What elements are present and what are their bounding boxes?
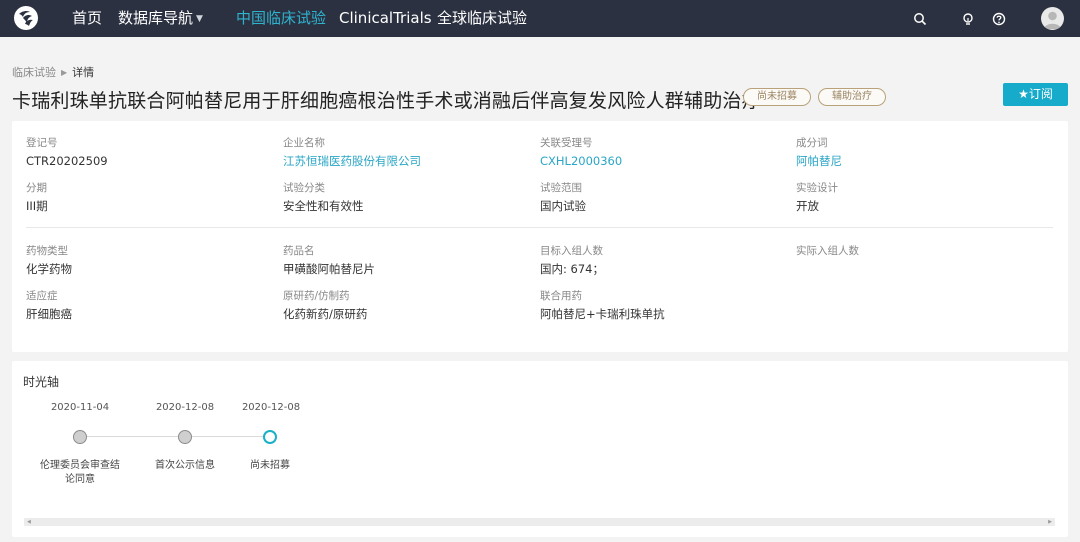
timeline-card: 时光轴 2020-11-04 2020-12-08 2020-12-08 伦理委… [12,361,1068,537]
lightbulb-icon[interactable] [961,11,975,25]
status-badge: 尚未招募 [743,88,811,106]
field-drug-name: 药品名 甲磺酸阿帕替尼片 [283,245,375,277]
nav-clinicaltrials[interactable]: ClinicalTrials [339,9,432,27]
field-label: 原研药/仿制药 [283,290,350,302]
ingredient-link[interactable]: 阿帕替尼 [796,154,842,169]
scroll-left-icon[interactable]: ◀ [27,518,31,526]
field-company: 企业名称 江苏恒瑞医药股份有限公司 [283,137,421,169]
trial-info-card: 登记号 CTR20202509 企业名称 江苏恒瑞医药股份有限公司 关联受理号 … [12,121,1068,352]
field-label: 登记号 [26,137,58,149]
field-label: 适应症 [26,290,58,302]
field-label: 成分词 [796,137,828,149]
timeline-event-label: 首次公示信息 [155,460,215,471]
field-label: 实际入组人数 [796,245,859,257]
timeline-title: 时光轴 [23,375,60,389]
timeline-event-label: 尚未招募 [250,460,290,471]
user-avatar[interactable] [1041,7,1064,30]
field-actual-enrollment: 实际入组人数 [796,245,859,262]
field-label: 实验设计 [796,182,838,194]
field-design: 实验设计 开放 [796,182,838,214]
field-phase: 分期 III期 [26,182,48,214]
timeline-date: 2020-12-08 [241,402,301,413]
top-navigation-bar: 首页 数据库导航 ▼ 中国临床试验 ClinicalTrials 全球临床试验 [0,0,1080,37]
nav-database-navigation-label: 数据库导航 [118,9,194,27]
field-registration-number: 登记号 CTR20202509 [26,137,108,169]
page-title: 卡瑞利珠单抗联合阿帕替尼用于肝细胞癌根治性手术或消融后伴高复发风险人群辅助治疗 [12,90,761,112]
field-value: 国内: 674； [540,262,604,276]
field-acceptance-number: 关联受理号 CXHL2000360 [540,137,622,169]
field-ingredient: 成分词 阿帕替尼 [796,137,842,169]
field-value: 阿帕替尼+卡瑞利珠单抗 [540,307,665,321]
timeline-node[interactable] [178,430,192,444]
breadcrumb-clinical-trials[interactable]: 临床试验 [12,66,56,79]
field-value: 肝细胞癌 [26,307,72,321]
field-value: 安全性和有效性 [283,199,364,213]
field-label: 联合用药 [540,290,582,302]
field-value: 国内试验 [540,199,586,213]
nav-global-clinical-trials[interactable]: 全球临床试验 [437,9,527,27]
nav-home[interactable]: 首页 [72,9,102,27]
divider [26,227,1053,228]
field-label: 试验范围 [540,182,582,194]
breadcrumb: 临床试验 ▶ 详情 [12,64,94,80]
nav-china-clinical-trials[interactable]: 中国临床试验 [236,9,326,27]
field-label: 试验分类 [283,182,325,194]
field-label: 关联受理号 [540,137,593,149]
field-label: 企业名称 [283,137,325,149]
field-indication: 适应症 肝细胞癌 [26,290,72,322]
chevron-down-icon: ▼ [196,14,203,24]
timeline-event-label: 伦理委员会审查结论同意 [40,460,120,485]
search-icon[interactable] [913,11,927,26]
timeline-node-current[interactable] [263,430,277,444]
field-label: 目标入组人数 [540,245,603,257]
field-value: 化学药物 [26,262,72,276]
field-label: 分期 [26,182,47,194]
timeline-node[interactable] [73,430,87,444]
company-link[interactable]: 江苏恒瑞医药股份有限公司 [283,154,421,169]
horizontal-scrollbar[interactable]: ◀ ▶ [24,518,1055,526]
field-value: 开放 [796,199,819,213]
field-value: III期 [26,199,48,213]
field-original-or-generic: 原研药/仿制药 化药新药/原研药 [283,290,367,322]
field-value: CTR20202509 [26,154,108,168]
subscribe-button[interactable]: ★订阅 [1003,83,1068,106]
field-target-enrollment: 目标入组人数 国内: 674； [540,245,604,277]
help-icon[interactable] [992,11,1006,26]
timeline-date: 2020-12-08 [155,402,215,413]
field-value: 甲磺酸阿帕替尼片 [283,262,375,276]
field-trial-type: 试验分类 安全性和有效性 [283,182,364,214]
breadcrumb-current: 详情 [72,66,95,79]
timeline-date: 2020-11-04 [50,402,110,413]
chevron-right-icon: ▶ [61,68,68,77]
logo-icon[interactable] [14,6,38,30]
timeline-connector [80,436,271,437]
field-drug-type: 药物类型 化学药物 [26,245,72,277]
scroll-right-icon[interactable]: ▶ [1048,518,1052,526]
field-label: 药品名 [283,245,315,257]
field-label: 药物类型 [26,245,68,257]
field-value: 化药新药/原研药 [283,307,368,321]
field-combination-drugs: 联合用药 阿帕替尼+卡瑞利珠单抗 [540,290,665,322]
acceptance-number-link[interactable]: CXHL2000360 [540,154,622,169]
category-badge: 辅助治疗 [818,88,886,106]
field-trial-scope: 试验范围 国内试验 [540,182,586,214]
nav-database-navigation[interactable]: 数据库导航 ▼ [118,9,203,28]
